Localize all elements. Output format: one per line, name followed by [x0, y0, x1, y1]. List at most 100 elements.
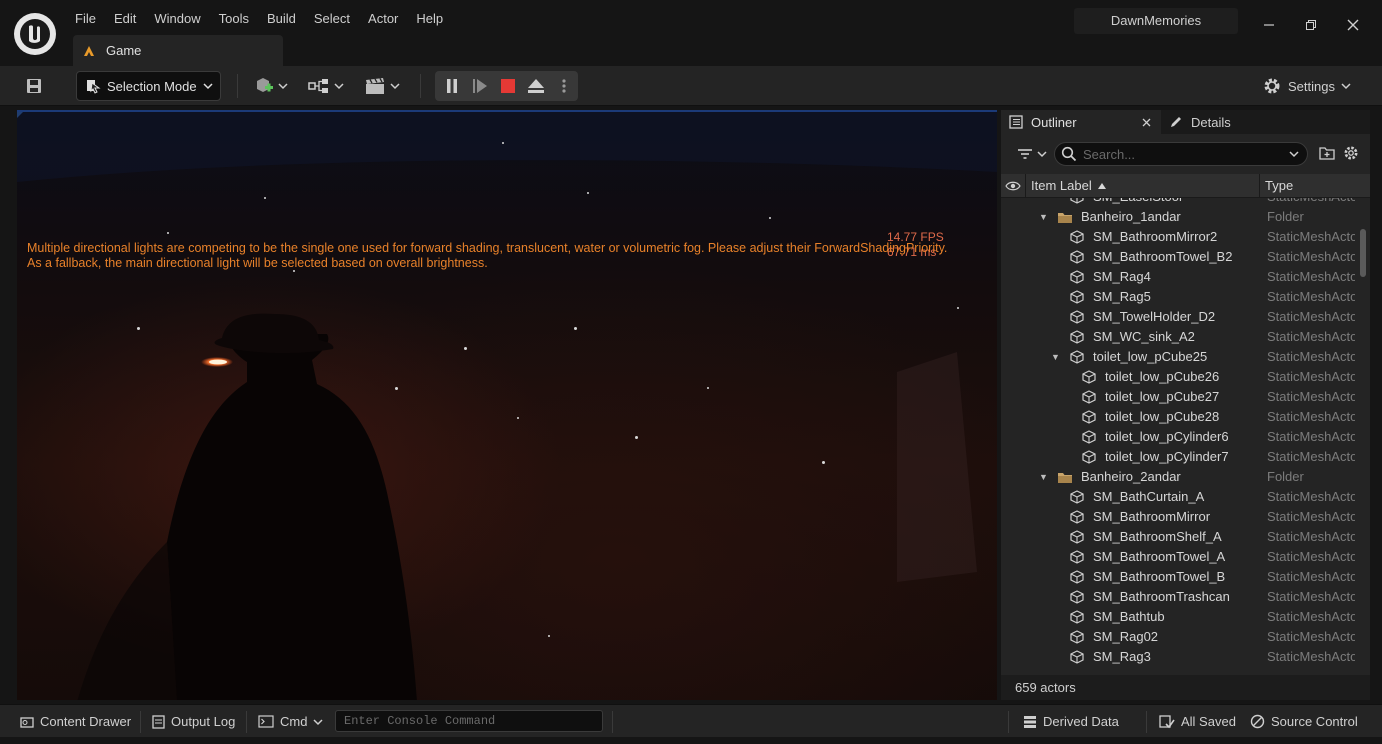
derived-data-button[interactable]: Derived Data	[1023, 705, 1119, 738]
source-control-disabled-icon	[1250, 714, 1265, 729]
filter-icon	[1018, 149, 1032, 159]
game-viewport[interactable]: 14.77 FPS 67.71 ms Multiple directional …	[17, 110, 997, 700]
minimize-button[interactable]	[1254, 10, 1284, 40]
outliner-folder-row[interactable]: ▼ Banheiro_2andar Folder	[1001, 467, 1359, 487]
static-mesh-icon	[1070, 198, 1084, 204]
restore-button[interactable]	[1296, 10, 1326, 40]
blueprints-button[interactable]	[306, 71, 346, 101]
close-tab-icon[interactable]	[1142, 118, 1151, 127]
outliner-actor-row[interactable]: SM_EaselStool StaticMeshActor	[1001, 198, 1359, 207]
expand-arrow-icon[interactable]: ▼	[1051, 347, 1060, 367]
search-input[interactable]	[1083, 146, 1283, 162]
outliner-actor-row[interactable]: SM_BathroomMirror2 StaticMeshActor	[1001, 227, 1359, 247]
cinematics-button[interactable]	[362, 71, 402, 101]
cmd-dropdown[interactable]: Cmd	[258, 705, 323, 738]
outliner-actor-row[interactable]: SM_Rag5 StaticMeshActor	[1001, 287, 1359, 307]
outliner-item-type: Folder	[1267, 209, 1304, 224]
outliner-actor-row[interactable]: SM_BathroomTowel_B StaticMeshActor	[1001, 567, 1359, 587]
outliner-actor-row[interactable]: toilet_low_pCube26 StaticMeshActor	[1001, 367, 1359, 387]
directional-light-warning: Multiple directional lights are competin…	[27, 241, 987, 271]
play-options-button[interactable]	[555, 71, 573, 101]
console-command-input[interactable]	[335, 710, 603, 732]
outliner-actor-row[interactable]: toilet_low_pCylinder7 StaticMeshActor	[1001, 447, 1359, 467]
menu-window[interactable]: Window	[145, 8, 209, 30]
output-log-label: Output Log	[171, 714, 236, 729]
tab-outliner[interactable]: Outliner	[1001, 110, 1161, 134]
save-button[interactable]	[20, 71, 48, 101]
close-window-button[interactable]	[1338, 10, 1368, 40]
outliner-item-type: StaticMeshActor	[1267, 289, 1355, 304]
outliner-folder-row[interactable]: ▼ Banheiro_1andar Folder	[1001, 207, 1359, 227]
outliner-actor-row[interactable]: SM_BathroomTrashcan StaticMeshActor	[1001, 587, 1359, 607]
expand-arrow-icon[interactable]: ▼	[1039, 207, 1048, 227]
search-icon	[1061, 146, 1077, 162]
outliner-actor-row[interactable]: toilet_low_pCube27 StaticMeshActor	[1001, 387, 1359, 407]
add-actor-button[interactable]	[252, 71, 290, 101]
step-frame-button[interactable]	[469, 71, 491, 101]
outliner-item-label: SM_WC_sink_A2	[1093, 329, 1195, 344]
outliner-actor-row[interactable]: SM_BathroomTowel_B2 StaticMeshActor	[1001, 247, 1359, 267]
item-label-header-text: Item Label	[1031, 178, 1092, 193]
statusbar-divider	[1008, 711, 1009, 733]
outliner-settings-button[interactable]	[1343, 145, 1359, 161]
filter-button[interactable]	[1017, 144, 1047, 164]
outliner-actor-row[interactable]: SM_BathroomShelf_A StaticMeshActor	[1001, 527, 1359, 547]
outliner-actor-row[interactable]: toilet_low_pCylinder6 StaticMeshActor	[1001, 427, 1359, 447]
outliner-actor-row[interactable]: SM_BathroomMirror StaticMeshActor	[1001, 507, 1359, 527]
static-mesh-icon	[1070, 570, 1084, 584]
menu-edit[interactable]: Edit	[105, 8, 145, 30]
outliner-actor-row[interactable]: ▼ toilet_low_pCube25 StaticMeshActor	[1001, 347, 1359, 367]
more-vertical-icon	[562, 79, 566, 93]
outliner-actor-row[interactable]: SM_WC_sink_A2 StaticMeshActor	[1001, 327, 1359, 347]
tab-details[interactable]: Details	[1167, 110, 1231, 134]
unreal-logo-icon[interactable]	[14, 13, 56, 55]
selection-mode-dropdown[interactable]: Selection Mode	[76, 71, 221, 101]
tab-game[interactable]: Game	[73, 35, 283, 66]
outliner-actor-row[interactable]: SM_Rag3 StaticMeshActor	[1001, 647, 1359, 667]
menu-file[interactable]: File	[66, 8, 105, 30]
outliner-actor-row[interactable]: SM_TowelHolder_D2 StaticMeshActor	[1001, 307, 1359, 327]
outliner-item-type: StaticMeshActor	[1267, 369, 1355, 384]
visibility-column-header[interactable]	[1005, 180, 1021, 192]
menu-help[interactable]: Help	[407, 8, 452, 30]
chevron-down-icon	[1341, 83, 1351, 90]
settings-button[interactable]: Settings	[1262, 71, 1351, 101]
outliner-actor-row[interactable]: SM_BathCurtain_A StaticMeshActor	[1001, 487, 1359, 507]
column-divider	[1025, 174, 1026, 198]
item-label-column-header[interactable]: Item Label	[1031, 174, 1106, 198]
outliner-scrollbar[interactable]	[1360, 229, 1366, 277]
all-saved-button[interactable]: All Saved	[1159, 705, 1236, 738]
outliner-actor-row[interactable]: toilet_low_pCube28 StaticMeshActor	[1001, 407, 1359, 427]
outliner-item-label: SM_BathroomTowel_A	[1093, 549, 1226, 564]
outliner-item-label: SM_Rag4	[1093, 269, 1151, 284]
menu-select[interactable]: Select	[305, 8, 359, 30]
stop-button[interactable]	[497, 71, 519, 101]
add-folder-button[interactable]	[1319, 145, 1335, 161]
content-drawer-button[interactable]: Content Drawer	[20, 705, 131, 738]
outliner-item-type: StaticMeshActor	[1267, 309, 1355, 324]
outliner-actor-row[interactable]: SM_BathroomTowel_A StaticMeshActor	[1001, 547, 1359, 567]
output-log-button[interactable]: Output Log	[152, 705, 235, 738]
add-actor-icon	[257, 78, 273, 92]
outliner-item-type: StaticMeshActor	[1267, 649, 1355, 664]
eject-button[interactable]	[525, 71, 547, 101]
outliner-actor-row[interactable]: SM_Bathtub StaticMeshActor	[1001, 607, 1359, 627]
menu-build[interactable]: Build	[258, 8, 305, 30]
chevron-down-icon	[313, 718, 323, 725]
menu-tools[interactable]: Tools	[210, 8, 258, 30]
outliner-item-label: SM_Rag02	[1093, 629, 1159, 644]
gear-icon	[1344, 146, 1358, 160]
outliner-actor-row[interactable]: SM_Rag02 StaticMeshActor	[1001, 627, 1359, 647]
chevron-down-icon[interactable]	[1289, 149, 1299, 159]
toolbar-divider	[237, 74, 238, 98]
outliner-actor-row[interactable]: SM_Rag4 StaticMeshActor	[1001, 267, 1359, 287]
static-mesh-icon	[1070, 250, 1084, 264]
source-control-button[interactable]: Source Control	[1250, 705, 1358, 738]
outliner-search[interactable]	[1054, 142, 1308, 166]
outliner-item-type: StaticMeshActor	[1267, 549, 1355, 564]
type-column-header[interactable]: Type	[1265, 174, 1293, 198]
menu-actor[interactable]: Actor	[359, 8, 407, 30]
pause-button[interactable]	[441, 71, 463, 101]
outliner-item-type: StaticMeshActor	[1267, 509, 1355, 524]
expand-arrow-icon[interactable]: ▼	[1039, 467, 1048, 487]
